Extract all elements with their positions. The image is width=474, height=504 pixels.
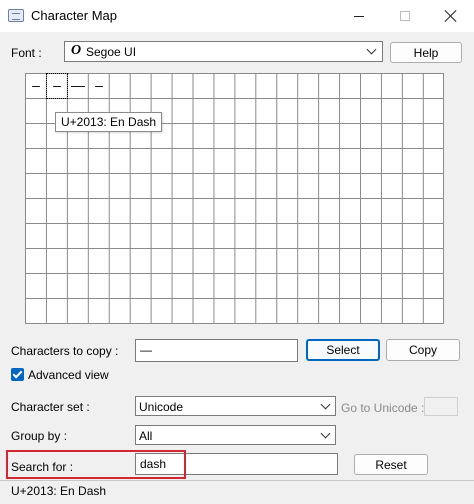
status-text: U+2013: En Dash xyxy=(11,484,107,498)
minimize-button[interactable] xyxy=(336,0,382,32)
group-by-dropdown[interactable]: All xyxy=(135,425,336,445)
characters-to-copy-value: — xyxy=(140,343,152,357)
help-button[interactable]: Help xyxy=(390,42,462,63)
advanced-view-label: Advanced view xyxy=(28,368,109,382)
character-set-dropdown[interactable]: Unicode xyxy=(135,396,336,416)
select-button-label: Select xyxy=(326,343,360,357)
maximize-button xyxy=(382,0,428,32)
minimize-icon xyxy=(354,15,364,17)
title-bar: Character Map xyxy=(0,0,474,32)
character-tooltip: U+2013: En Dash xyxy=(55,112,163,132)
advanced-view-checkbox[interactable] xyxy=(11,368,24,381)
copy-button-label: Copy xyxy=(408,343,437,357)
copy-button[interactable]: Copy xyxy=(386,339,460,361)
reset-button[interactable]: Reset xyxy=(354,454,428,475)
characters-to-copy-label: Characters to copy : xyxy=(11,344,119,358)
group-by-value: All xyxy=(139,429,153,443)
window-title: Character Map xyxy=(31,8,117,23)
reset-button-label: Reset xyxy=(375,457,407,472)
character-grid[interactable] xyxy=(25,73,444,324)
selected-cell-outline xyxy=(46,73,68,99)
characters-to-copy-input[interactable]: — xyxy=(135,339,298,362)
maximize-icon xyxy=(400,11,410,21)
chevron-down-icon xyxy=(320,399,331,410)
select-button[interactable]: Select xyxy=(306,339,380,361)
character-map-app-icon xyxy=(8,9,24,22)
character-set-value: Unicode xyxy=(139,400,184,414)
go-to-unicode-input xyxy=(424,397,458,416)
search-highlight-box xyxy=(6,450,186,479)
close-icon xyxy=(445,10,457,22)
chevron-down-icon xyxy=(320,428,331,439)
grid-cell-char[interactable]: — xyxy=(68,75,88,98)
grid-cell-char[interactable]: – xyxy=(26,75,46,98)
opentype-font-icon: O xyxy=(71,43,82,58)
character-set-label: Character set : xyxy=(11,400,90,414)
font-label: Font : xyxy=(11,46,42,60)
grid-cell-char[interactable]: – xyxy=(89,75,109,98)
font-value: Segoe UI xyxy=(86,45,137,59)
help-button-label: Help xyxy=(413,45,439,60)
group-by-label: Group by : xyxy=(11,429,68,443)
close-button[interactable] xyxy=(428,0,474,32)
chevron-down-icon xyxy=(366,44,377,55)
font-dropdown[interactable]: O Segoe UI xyxy=(64,41,383,62)
go-to-unicode-label: Go to Unicode : xyxy=(341,401,425,415)
